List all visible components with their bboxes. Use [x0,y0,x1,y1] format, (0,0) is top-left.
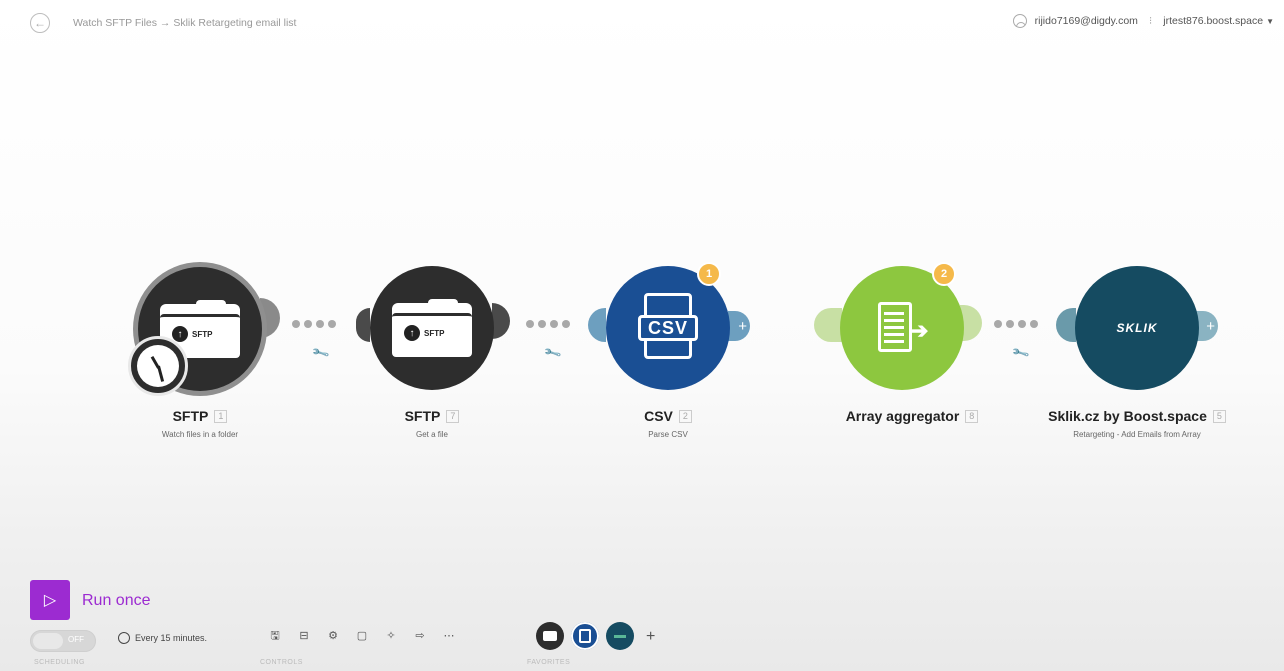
connector-handle[interactable] [492,303,510,339]
connector-handle-left[interactable] [1056,308,1076,342]
scheduling-toggle[interactable]: OFF [30,630,96,652]
play-icon: ▷ [43,592,57,609]
array-aggregator-icon: ➔ [872,298,932,358]
back-button[interactable]: ← [30,13,50,33]
notes-icon[interactable]: ▢ [355,628,369,644]
sklik-logo-icon: SKLIK [1116,321,1158,335]
schedule-text: Every 15 minutes. [135,633,208,643]
run-once-label[interactable]: Run once [82,592,151,610]
upload-arrow-icon: ↑ [404,325,420,341]
add-module-button[interactable]: + [1196,311,1218,341]
module-title: SFTP 1 [80,408,320,424]
arrow-left-icon: ← [34,16,46,30]
schedule-clock-icon[interactable] [128,336,188,396]
add-favorite-button[interactable]: + [646,628,655,646]
scenario-breadcrumb: Watch SFTP Files → Sklik Retargeting ema… [73,17,297,29]
clock-icon [118,632,130,644]
module-circle[interactable]: ↑ SFTP [370,266,494,390]
favorite-sftp-icon[interactable] [536,622,564,650]
module-description: Parse CSV [648,430,688,439]
module-description: Watch files in a folder [161,430,239,439]
auto-align-icon[interactable]: ✧ [384,628,398,644]
favorite-csv-icon[interactable] [571,622,599,650]
user-email[interactable]: rijido7169@digdy.com [1035,15,1138,27]
run-once-button[interactable]: ▷ [30,580,70,620]
module-title: SFTP 7 [312,408,552,424]
favorite-sklik-icon[interactable] [606,622,634,650]
workspace-selector[interactable]: jrtest876.boost.space [1163,15,1263,27]
module-number: 7 [446,410,460,423]
toggle-state: OFF [68,635,84,644]
route-dots[interactable] [994,320,1038,328]
module-title: CSV 2 [548,408,788,424]
module-number: 8 [965,410,979,423]
csv-document-icon: CSV [638,293,698,363]
wrench-icon[interactable]: 🔧 [543,343,563,363]
module-circle[interactable]: SKLIK [1075,266,1199,390]
section-label-controls: CONTROLS [260,659,303,666]
module-description: Retargeting - Add Emails from Array [1073,430,1201,439]
wrench-icon[interactable]: 🔧 [1011,343,1031,363]
upload-arrow-icon: ↑ [172,326,188,342]
section-label-favorites: FAVORITES [527,659,571,666]
explain-flow-icon[interactable]: ⇨ [413,628,427,644]
caret-down-icon[interactable]: ▼ [1266,17,1274,26]
schedule-setting[interactable]: Every 15 minutes. [118,632,207,644]
module-title: Sklik.cz by Boost.space 5 [1017,408,1257,424]
module-description: Get a file [415,430,448,439]
route-dots[interactable] [526,320,570,328]
connector-handle-left[interactable] [356,308,370,342]
module-title: Array aggregator 8 [792,408,1032,424]
section-label-scheduling: SCHEDULING [34,659,85,666]
wrench-icon[interactable]: 🔧 [311,343,331,363]
more-icon[interactable]: ⋯ [442,628,456,644]
scenario-io-icon[interactable]: ⊟ [297,628,311,644]
settings-icon[interactable]: ⚙ [326,628,340,644]
account-bar: rijido7169@digdy.com ⁝ jrtest876.boost.s… [1012,14,1274,28]
operations-badge[interactable]: 2 [932,262,956,286]
module-number: 1 [214,410,228,423]
route-dots[interactable] [292,320,336,328]
add-module-button[interactable]: + [728,311,750,341]
module-number: 5 [1212,410,1226,423]
module-number: 2 [678,410,692,423]
sftp-icon-label: SFTP [424,328,445,338]
divider: ⁝ [1148,15,1153,27]
connector-handle-left[interactable] [814,308,842,342]
connector-handle-left[interactable] [588,308,606,342]
operations-badge[interactable]: 1 [697,262,721,286]
user-icon [1012,14,1027,28]
sftp-icon-label: SFTP [192,329,213,339]
save-icon[interactable]: 🖫 [268,628,282,644]
controls-toolbar: 🖫 ⊟ ⚙ ▢ ✧ ⇨ ⋯ [268,628,456,644]
folder-icon: ↑ SFTP [392,299,472,357]
